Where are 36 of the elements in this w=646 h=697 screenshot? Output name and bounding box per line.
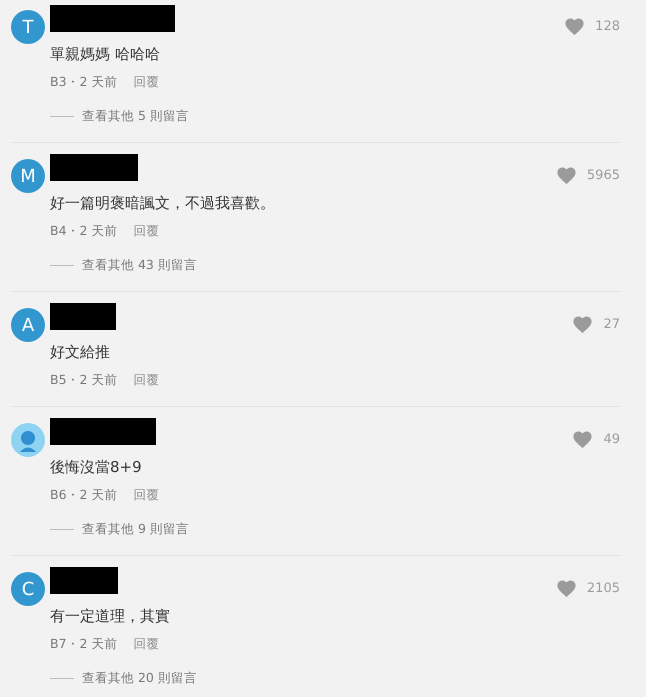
- reply-link[interactable]: 回覆: [133, 73, 160, 91]
- comment-text: 單親媽媽 哈哈哈: [50, 44, 161, 64]
- comment-text: 好文給推: [50, 342, 111, 362]
- heart-icon[interactable]: [572, 430, 594, 449]
- comment-meta: B5・2 天前: [50, 371, 118, 389]
- redaction-bar: [50, 567, 118, 594]
- comment-text: 好一篇明褒暗諷文，不過我喜歡。: [50, 193, 276, 213]
- like-count: 27: [603, 317, 620, 332]
- like-count: 2105: [586, 581, 620, 596]
- more-replies-link[interactable]: 查看其他 20 則留言: [82, 669, 197, 687]
- avatar[interactable]: A: [11, 308, 45, 342]
- redaction-bar: [50, 303, 116, 330]
- reply-link[interactable]: 回覆: [133, 222, 160, 240]
- avatar-person-icon[interactable]: [11, 423, 45, 457]
- avatar[interactable]: C: [11, 572, 45, 606]
- avatar[interactable]: M: [11, 159, 45, 193]
- more-replies-link[interactable]: 查看其他 5 則留言: [82, 107, 189, 125]
- more-replies-link[interactable]: 查看其他 9 則留言: [82, 520, 189, 538]
- more-replies-link[interactable]: 查看其他 43 則留言: [82, 256, 197, 274]
- avatar[interactable]: T: [11, 10, 45, 44]
- heart-icon[interactable]: [572, 315, 594, 334]
- heart-icon[interactable]: [556, 579, 577, 598]
- comment-text: 後悔沒當8+9: [50, 457, 143, 477]
- comment-meta: B4・2 天前: [50, 222, 118, 240]
- comment-meta: B6・2 天前: [50, 486, 118, 504]
- heart-icon[interactable]: [564, 17, 586, 36]
- like-count: 128: [595, 19, 620, 34]
- comment-meta: B7・2 天前: [50, 635, 118, 653]
- comment-text: 有一定道理，其實: [50, 606, 171, 626]
- like-count: 5965: [586, 168, 620, 183]
- reply-link[interactable]: 回覆: [133, 486, 160, 504]
- reply-link[interactable]: 回覆: [133, 635, 160, 653]
- heart-icon[interactable]: [556, 166, 577, 185]
- comment-meta: B3・2 天前: [50, 73, 118, 91]
- like-count: 49: [603, 432, 620, 447]
- reply-link[interactable]: 回覆: [133, 371, 160, 389]
